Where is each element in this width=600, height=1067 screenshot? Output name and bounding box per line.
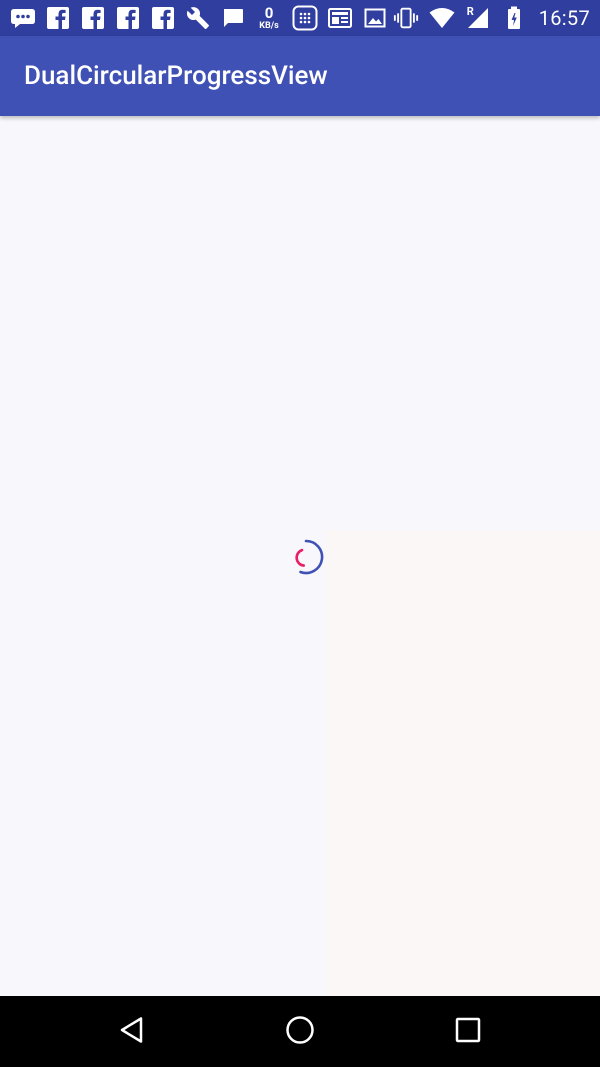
recents-button[interactable] [420, 996, 516, 1067]
notification-icons: 0 KB/s [10, 0, 388, 36]
facebook-icon [80, 5, 106, 31]
wrench-icon [185, 5, 211, 31]
app-bar: DualCircularProgressView [0, 36, 600, 116]
battery-icon [501, 5, 527, 31]
image-icon [362, 5, 388, 31]
cell-signal-icon: R [465, 5, 491, 31]
facebook-icon [115, 5, 141, 31]
outer-progress-arc [299, 539, 324, 575]
facebook-icon [45, 5, 71, 31]
clock: 16:57 [538, 6, 590, 30]
inner-progress-arc [295, 548, 305, 567]
app-title: DualCircularProgressView [24, 61, 328, 91]
wifi-icon [429, 5, 455, 31]
status-bar: 0 KB/s R 16:57 [0, 0, 600, 36]
keypad-icon [292, 5, 318, 31]
home-icon [285, 1015, 315, 1049]
background-panel [326, 530, 600, 996]
content-area [0, 116, 600, 996]
navigation-bar [0, 996, 600, 1067]
roaming-indicator: R [466, 5, 474, 18]
newspaper-icon [327, 5, 353, 31]
vibrate-icon [393, 5, 419, 31]
back-icon [119, 1016, 145, 1048]
chat-bubble-icon [10, 5, 36, 31]
facebook-icon [150, 5, 176, 31]
home-button[interactable] [252, 996, 348, 1067]
message-icon [220, 5, 246, 31]
back-button[interactable] [84, 996, 180, 1067]
network-speed: 0 KB/s [255, 3, 283, 33]
system-icons: R 16:57 [393, 0, 590, 36]
network-speed-unit: KB/s [259, 20, 279, 31]
dual-circular-progress [287, 538, 325, 576]
recents-icon [455, 1017, 481, 1047]
network-speed-value: 0 [264, 3, 274, 22]
